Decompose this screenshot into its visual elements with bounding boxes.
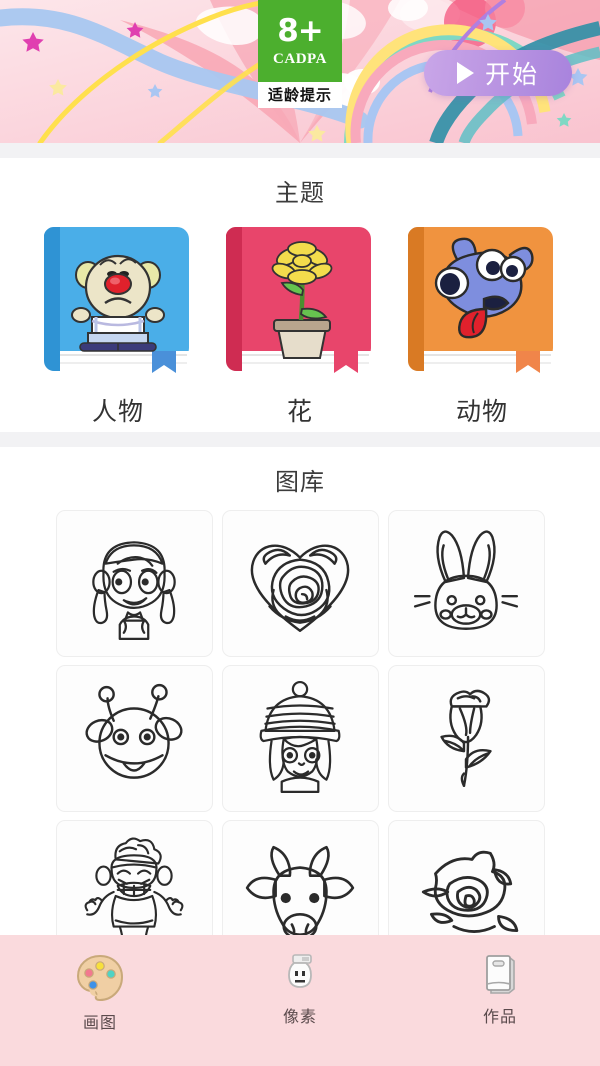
clown-book-cover (36, 221, 201, 384)
theme-card-people[interactable]: 人物 (36, 221, 201, 428)
gallery-section: 图库 (0, 447, 600, 977)
theme-card-label-flower: 花 (286, 398, 313, 426)
app-root: 8+ CADPA 适龄提示 开始 主题 人物 花 动物 图库 画图 像素 作品 (0, 0, 600, 1066)
cadpa-age-text: 8+ (277, 13, 324, 49)
theme-card-label-animal: 动物 (455, 398, 508, 426)
start-button-label: 开始 (484, 61, 539, 89)
nav-label-works: 作品 (482, 1009, 517, 1026)
cadpa-badge-body: 8+ CADPA (258, 0, 342, 82)
theme-section-title: 主题 (275, 180, 325, 207)
nav-label-pixel: 像素 (282, 1009, 317, 1026)
section-divider-bottom (0, 432, 600, 447)
play-icon (456, 62, 474, 84)
palette-icon (76, 954, 124, 1002)
nav-item-works[interactable]: 作品 (400, 951, 600, 1027)
gallery-item-giraffe-head[interactable] (55, 665, 213, 812)
gallery-section-title: 图库 (275, 469, 325, 496)
bottom-navigation-bar: 画图 像素 作品 (0, 935, 600, 1066)
nav-item-pixel[interactable]: 像素 (200, 951, 400, 1027)
hero-banner: 8+ CADPA 适龄提示 开始 (0, 0, 600, 143)
cadpa-hint-text: 适龄提示 (258, 82, 342, 108)
theme-card-flower[interactable]: 花 (218, 221, 383, 428)
theme-section: 主题 人物 花 动物 (0, 158, 600, 432)
theme-card-animal[interactable]: 动物 (400, 221, 565, 428)
gallery-item-rose-with-stem[interactable] (387, 665, 545, 812)
pixel-character-icon (288, 954, 312, 988)
theme-card-list: 人物 花 动物 (0, 221, 600, 432)
book-icon (486, 955, 515, 994)
gallery-item-girl-with-winter-hat[interactable] (221, 665, 379, 812)
theme-card-label-people: 人物 (91, 398, 144, 426)
nav-item-draw[interactable]: 画图 (0, 951, 200, 1033)
flower-pot-book-cover (218, 221, 383, 384)
section-divider-top (0, 143, 600, 158)
dog-book-cover (400, 221, 565, 384)
start-button[interactable]: 开始 (424, 50, 572, 96)
gallery-item-heart-rose[interactable] (221, 510, 379, 657)
gallery-grid (0, 510, 600, 977)
cadpa-org-text: CADPA (273, 51, 327, 67)
gallery-item-bunny-head[interactable] (387, 510, 545, 657)
nav-label-draw: 画图 (82, 1015, 117, 1032)
gallery-item-girl-with-pigtails[interactable] (55, 510, 213, 657)
cadpa-age-rating-badge: 8+ CADPA 适龄提示 (258, 0, 342, 108)
